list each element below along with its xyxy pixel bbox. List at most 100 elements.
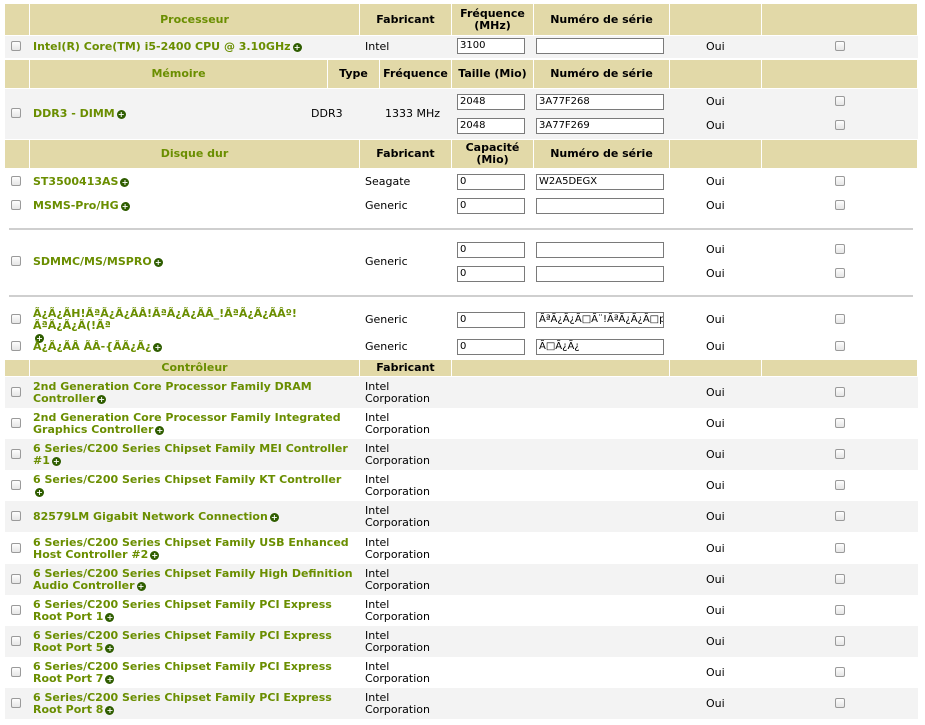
disk-name-link[interactable]: ST3500413AS + xyxy=(33,176,130,188)
row-checkbox[interactable] xyxy=(11,480,21,490)
frequency-input[interactable]: 3100 xyxy=(457,38,525,54)
capacity-input[interactable]: 0 xyxy=(457,198,525,214)
row-toggle-checkbox[interactable] xyxy=(835,418,845,428)
disk-name-link-text: SDMMC/MS/MSPRO xyxy=(33,255,152,268)
capacity-input[interactable]: 0 xyxy=(457,174,525,190)
row-toggle-checkbox[interactable] xyxy=(835,698,845,708)
maker-text-line2: Corporation xyxy=(365,392,430,405)
row-toggle-checkbox[interactable] xyxy=(835,314,845,324)
row-toggle-checkbox[interactable] xyxy=(835,120,845,130)
row-checkbox[interactable] xyxy=(11,387,21,397)
controller-name-link[interactable]: 6 Series/C200 Series Chipset Family USB … xyxy=(33,537,358,561)
maker-text-line2: Corporation xyxy=(365,485,430,498)
controller-name-link[interactable]: 6 Series/C200 Series Chipset Family KT C… xyxy=(33,474,358,498)
expand-plus-icon[interactable]: + xyxy=(136,581,146,591)
expand-plus-icon[interactable]: + xyxy=(51,456,61,466)
controller-name-link[interactable]: 6 Series/C200 Series Chipset Family MEI … xyxy=(33,443,358,467)
processor-name-link[interactable]: Intel(R) Core(TM) i5-2400 CPU @ 3.10GHz + xyxy=(33,41,302,53)
serial-input[interactable] xyxy=(536,242,664,258)
row-checkbox[interactable] xyxy=(11,256,21,266)
row-checkbox[interactable] xyxy=(11,511,21,521)
expand-plus-icon[interactable]: + xyxy=(35,487,44,497)
row-checkbox[interactable] xyxy=(11,449,21,459)
row-checkbox[interactable] xyxy=(11,108,21,118)
row-toggle-checkbox[interactable] xyxy=(835,96,845,106)
serial-input[interactable]: 3A77F269 xyxy=(536,118,664,134)
serial-input[interactable]: 3A77F268 xyxy=(536,94,664,110)
frequency-header: Fréquence xyxy=(380,60,452,88)
row-toggle-checkbox[interactable] xyxy=(835,200,845,210)
expand-plus-icon[interactable]: + xyxy=(97,394,107,404)
capacity-input[interactable]: 0 xyxy=(457,339,525,355)
row-checkbox[interactable] xyxy=(11,698,21,708)
disk-name-link[interactable]: SDMMC/MS/MSPRO + xyxy=(33,256,163,268)
row-checkbox[interactable] xyxy=(11,314,21,324)
row-toggle-checkbox[interactable] xyxy=(835,341,845,351)
serial-input[interactable]: W2A5DEGX xyxy=(536,174,664,190)
maker-text-line2: Corporation xyxy=(365,454,430,467)
expand-plus-icon[interactable]: + xyxy=(105,705,115,715)
serial-input[interactable] xyxy=(536,198,664,214)
row-checkbox[interactable] xyxy=(11,176,21,186)
capacity-input[interactable]: 0 xyxy=(457,242,525,258)
expand-plus-icon[interactable]: + xyxy=(120,177,130,187)
capacity-input[interactable]: 0 xyxy=(457,312,525,328)
row-toggle-checkbox[interactable] xyxy=(835,605,845,615)
controller-name-link[interactable]: 6 Series/C200 Series Chipset Family PCI … xyxy=(33,661,358,685)
row-toggle-checkbox[interactable] xyxy=(835,480,845,490)
controller-name-line2: #1 xyxy=(33,454,50,467)
serial-input[interactable]: Ã□Ã¿Ã¿ xyxy=(536,339,664,355)
row-toggle-checkbox[interactable] xyxy=(835,636,845,646)
expand-plus-icon[interactable]: + xyxy=(153,257,163,267)
expand-plus-icon[interactable]: + xyxy=(153,342,163,352)
controller-name-link[interactable]: 2nd Generation Core Processor Family Int… xyxy=(33,412,358,436)
expand-plus-icon[interactable]: + xyxy=(150,550,160,560)
serial-input[interactable] xyxy=(536,266,664,282)
expand-plus-icon[interactable]: + xyxy=(116,109,126,119)
memory-name-link[interactable]: DDR3 - DIMM + xyxy=(33,108,126,120)
row-toggle-checkbox[interactable] xyxy=(835,543,845,553)
row-checkbox[interactable] xyxy=(11,418,21,428)
expand-plus-icon[interactable]: + xyxy=(120,201,130,211)
row-checkbox[interactable] xyxy=(11,41,21,51)
controller-name-link[interactable]: 2nd Generation Core Processor Family DRA… xyxy=(33,381,358,405)
row-toggle-checkbox[interactable] xyxy=(835,511,845,521)
expand-plus-icon[interactable]: + xyxy=(105,612,115,622)
row-checkbox[interactable] xyxy=(11,341,21,351)
controller-name-link[interactable]: 6 Series/C200 Series Chipset Family PCI … xyxy=(33,630,358,654)
serial-input[interactable] xyxy=(536,38,664,54)
serial-input[interactable]: ÃªÃ¿Ã¿Ã□Ã¨!ÃªÃ¿Ã¿Ã□p! xyxy=(536,312,664,328)
row-checkbox[interactable] xyxy=(11,605,21,615)
expand-plus-icon[interactable]: + xyxy=(269,512,279,522)
controller-name-link[interactable]: 6 Series/C200 Series Chipset Family PCI … xyxy=(33,599,358,623)
row-toggle-checkbox[interactable] xyxy=(835,176,845,186)
row-checkbox[interactable] xyxy=(11,200,21,210)
controller-row: 6 Series/C200 Series Chipset Family PCI … xyxy=(5,688,918,719)
controller-name-link[interactable]: 82579LM Gigabit Network Connection + xyxy=(33,511,358,523)
disk-name-link[interactable]: Ã¿Ã¿ÃÂ ÃÂ-{ÃÃ¿Ã¿ + xyxy=(33,341,163,353)
row-toggle-checkbox[interactable] xyxy=(835,574,845,584)
row-toggle-checkbox[interactable] xyxy=(835,387,845,397)
row-checkbox[interactable] xyxy=(11,543,21,553)
disk-name-link[interactable]: Ã¿Ã¿ÃH!ÃªÃ¿Ã¿ÃÂ!ÃªÃ¿Ã¿ÃÂ_!ÃªÃ¿Ã¿ÃÂº!ÃªÃ¿… xyxy=(33,308,358,344)
row-toggle-checkbox[interactable] xyxy=(835,667,845,677)
controller-name-link[interactable]: 6 Series/C200 Series Chipset Family PCI … xyxy=(33,692,358,716)
controller-name-link[interactable]: 6 Series/C200 Series Chipset Family High… xyxy=(33,568,358,592)
expand-plus-icon[interactable]: + xyxy=(105,674,115,684)
size-input[interactable]: 2048 xyxy=(457,94,525,110)
row-toggle-checkbox[interactable] xyxy=(835,268,845,278)
expand-plus-icon[interactable]: + xyxy=(292,42,302,52)
controller-name-line1: 6 Series/C200 Series Chipset Family KT C… xyxy=(33,473,342,486)
row-checkbox[interactable] xyxy=(11,667,21,677)
disk-name-link[interactable]: MSMS-Pro/HG + xyxy=(33,200,130,212)
row-toggle-checkbox[interactable] xyxy=(835,449,845,459)
capacity-input[interactable]: 0 xyxy=(457,266,525,282)
row-toggle-checkbox[interactable] xyxy=(835,41,845,51)
disk-header-row-lead xyxy=(5,140,30,168)
row-checkbox[interactable] xyxy=(11,636,21,646)
size-input[interactable]: 2048 xyxy=(457,118,525,134)
row-toggle-checkbox[interactable] xyxy=(835,244,845,254)
expand-plus-icon[interactable]: + xyxy=(155,425,165,435)
expand-plus-icon[interactable]: + xyxy=(105,643,115,653)
row-checkbox[interactable] xyxy=(11,574,21,584)
